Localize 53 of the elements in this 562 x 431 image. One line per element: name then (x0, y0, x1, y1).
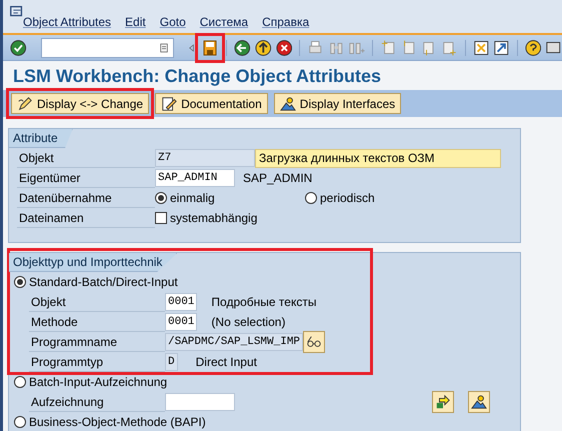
page-title: LSM Workbench: Change Object Attributes (12, 65, 382, 88)
cancel-icon[interactable] (276, 38, 292, 56)
description-field: Загрузка длинных текстов ОЗМ (255, 148, 501, 168)
input-field[interactable]: SAP_ADMIN (155, 169, 235, 187)
checkbox-option[interactable]: systemabhängig (155, 211, 258, 225)
field-label: Dateinamen (17, 208, 155, 228)
new-window-icon[interactable] (472, 38, 490, 56)
field-text: (No selection) (211, 315, 286, 329)
field-text: Подробные тексты (211, 295, 316, 309)
input-field[interactable] (165, 393, 235, 411)
menu-item[interactable]: Справка (262, 15, 310, 29)
section-title: Objekttyp und Importtechnik (9, 253, 178, 272)
menu-item[interactable]: Goto (160, 15, 186, 29)
field-text: SAP_ADMIN (243, 171, 312, 185)
radio-button[interactable] (305, 192, 317, 204)
up-icon[interactable] (254, 38, 272, 56)
input-field[interactable]: 0001 (165, 313, 198, 331)
pencil-icon[interactable] (17, 96, 33, 112)
input-field[interactable]: Z7 (155, 149, 255, 167)
toolbar-button[interactable]: Documentation (155, 93, 268, 114)
shortcut-icon[interactable] (493, 38, 510, 56)
mountain-icon[interactable] (280, 96, 296, 112)
save-icon[interactable] (201, 38, 220, 56)
toolbar-button[interactable]: Display <-> Change (11, 93, 150, 114)
radio-label[interactable]: einmalig (170, 191, 215, 205)
toolbar-button[interactable]: Display Interfaces (274, 93, 402, 114)
help-icon[interactable] (524, 38, 542, 56)
back-icon[interactable] (234, 38, 251, 56)
enter-icon[interactable] (10, 38, 27, 56)
menu-item[interactable]: Edit (125, 15, 146, 29)
radio-label[interactable]: Standard-Batch/Direct-Input (29, 275, 178, 289)
history-icon[interactable] (158, 42, 170, 54)
menu-item[interactable]: Система (200, 15, 248, 29)
arrow-icon (435, 394, 451, 410)
radio-label[interactable]: Business-Object-Methode (BAPI) (29, 415, 206, 429)
radio-label[interactable]: periodisch (320, 191, 375, 205)
radio-button[interactable] (14, 276, 26, 288)
input-field[interactable]: D (165, 353, 178, 371)
field-text: Direct Input (196, 355, 257, 369)
glasses-icon (306, 334, 322, 350)
execute-button[interactable] (432, 391, 454, 413)
input-field[interactable]: 0001 (165, 293, 198, 311)
command-field[interactable] (40, 38, 174, 58)
radio-button[interactable] (14, 416, 26, 428)
field-label: Datenübernahme (17, 188, 155, 208)
input-field[interactable]: /SAPDMC/SAP_LSMW_IMP (165, 333, 304, 351)
radio-label[interactable]: Batch-Input-Aufzeichnung (29, 375, 168, 389)
radio-button[interactable] (14, 376, 26, 388)
pencil-document-icon[interactable] (161, 96, 178, 112)
radio-button[interactable] (155, 192, 167, 204)
menu-item[interactable]: Object Attributes (23, 15, 112, 29)
display-button[interactable] (303, 331, 326, 353)
section-title: Attribute (9, 129, 73, 148)
